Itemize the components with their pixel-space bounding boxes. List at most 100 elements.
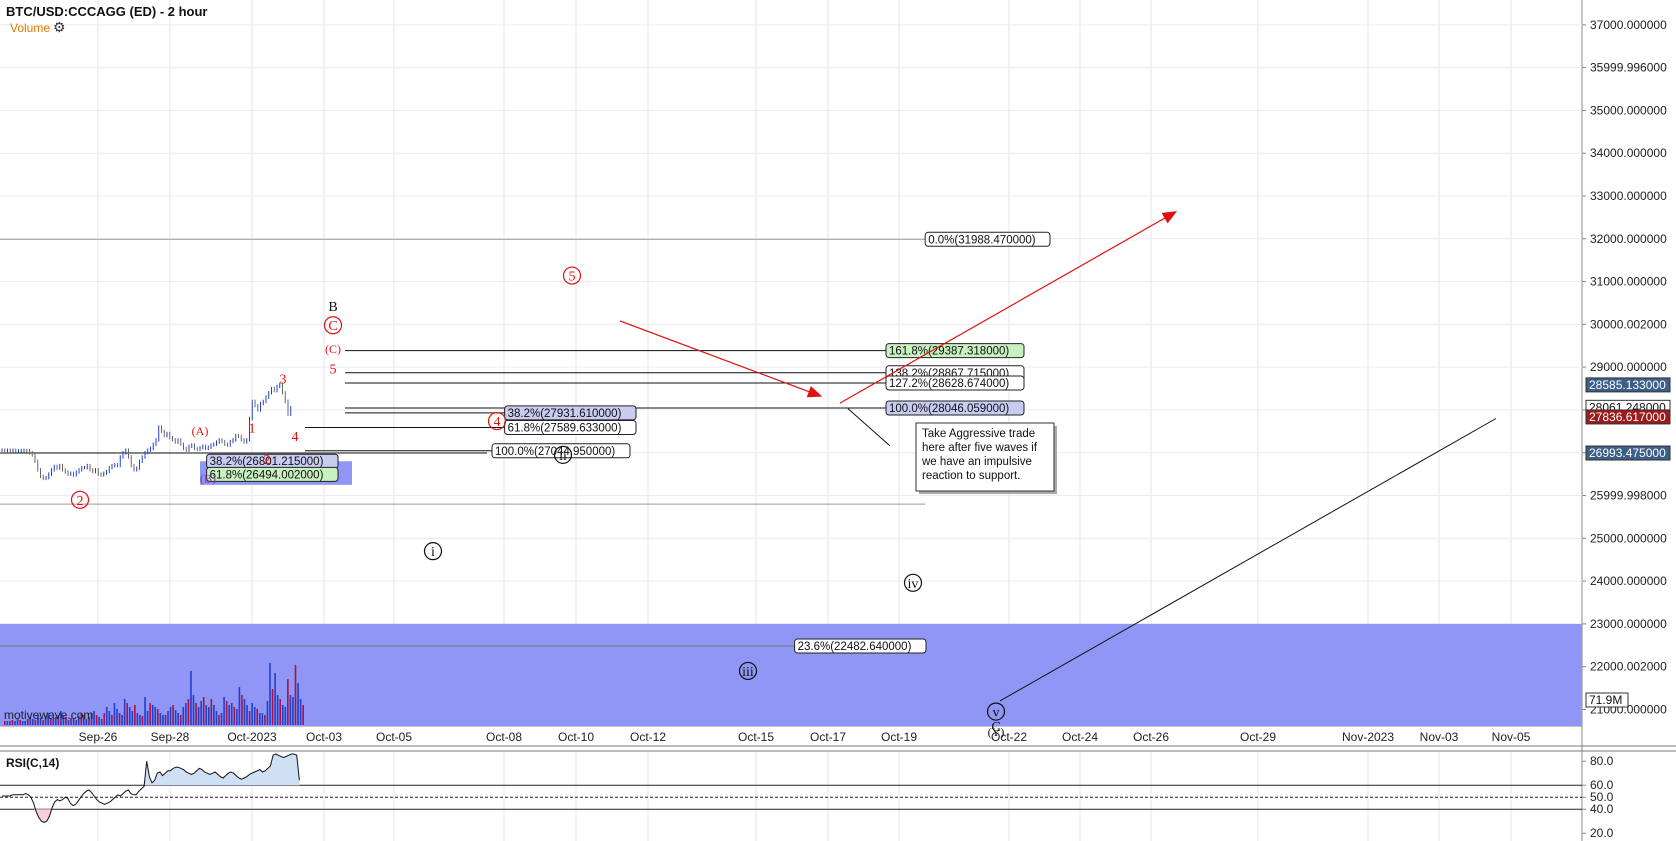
fib-label: 161.8%(29387.318000) [889,346,1009,358]
wave-label: (C) [325,342,341,356]
note-text: we have an impulsive [921,456,1032,468]
volume-bar [256,709,259,725]
volume-bar [113,703,116,725]
volume-bar [103,713,106,725]
fib-label: 0.0%(31988.470000) [928,234,1036,246]
volume-bar [289,695,292,725]
volume-bar [292,697,294,725]
price-tag-label: 28585.133000 [1589,378,1666,392]
volume-bar [126,703,128,725]
volume-bar [228,705,230,725]
rsi-tick-label: 80.0 [1590,754,1614,768]
volume-bar [139,715,141,725]
volume-bar [144,697,146,725]
volume-bar [279,699,281,725]
wave-label: 4 [494,415,501,430]
time-tick-label: Oct-24 [1062,730,1098,744]
time-tick-label: Oct-08 [486,730,522,744]
volume-bar [121,715,123,725]
time-tick-label: Oct-05 [376,730,412,744]
fib-label: 23.6%(22482.640000) [798,641,912,653]
volume-bar [230,703,233,725]
time-tick-label: Oct-15 [738,730,774,744]
volume-bar [299,699,302,725]
wave-label: (B) [200,472,216,486]
time-tick-label: Oct-19 [881,730,917,744]
time-tick-label: Oct-03 [306,730,342,744]
time-tick-label: Oct-12 [630,730,666,744]
volume-bar [164,715,167,725]
volume-bar [195,703,197,725]
volume-bar [271,689,274,725]
wave-label: 5 [330,362,337,377]
volume-bar [281,705,284,725]
price-tick-label: 22000.002000 [1590,660,1667,674]
volume-bar [264,715,266,725]
rsi-tick-label: 40.0 [1590,802,1614,816]
price-tag-label: 26993.475000 [1589,446,1666,460]
volume-bar [302,705,304,725]
volume-bar [108,711,111,725]
main-chart[interactable]: Sep-26 Sep-28 Oct-2023 Oct-03 Oct-05 Oct-08 Oc… [0,0,1676,841]
volume-bar [136,713,139,725]
volume-bar [111,715,113,725]
fib-label: 38.2%(27931.610000) [508,408,622,420]
volume-bar [297,683,299,725]
rsi-title: RSI(C,14) [6,756,59,770]
volume-bar [200,701,202,725]
volume-bar [220,713,223,725]
volume-bar [276,695,279,725]
volume-bar [236,709,238,725]
volume-bar [162,715,164,725]
volume-bar [187,699,190,725]
volume-bar [284,707,287,725]
price-tag-label: 71.9M [1589,693,1622,707]
volume-bar [251,703,253,725]
time-tick-label: Oct-26 [1133,730,1169,744]
price-tag-label: 27836.617000 [1589,410,1666,424]
time-tick-label: Oct-29 [1240,730,1276,744]
volume-bar [210,699,213,725]
volume-bar [98,717,100,725]
volume-bar [177,713,179,725]
price-tick-label: 24000.000000 [1590,574,1667,588]
note-text: reaction to support. [922,470,1020,482]
wave-label: 5 [569,270,576,285]
volume-bar [131,711,134,725]
time-tick-label: Nov-2023 [1342,730,1394,744]
fib-label: 100.0%(28046.059000) [889,403,1009,415]
volume-bar [261,713,264,725]
time-tick-label: Sep-28 [151,730,190,744]
volume-bar [225,701,228,725]
price-tick-label: 35000.000000 [1590,103,1667,117]
volume-bar [205,705,208,725]
time-tick-label: Nov-05 [1492,730,1531,744]
price-tick-label: 30000.002000 [1590,317,1667,331]
volume-bar [118,713,121,725]
time-tick-label: Nov-03 [1420,730,1459,744]
time-tick-label: Oct-2023 [227,730,277,744]
wave-label: 2 [77,494,84,509]
volume-bar [192,695,195,725]
volume-bar [259,713,261,725]
wave-label: 1 [249,421,256,436]
price-tick-label: 35999.996000 [1590,61,1667,75]
wave-label: iv [908,577,919,592]
price-tick-label: 31000.000000 [1590,275,1667,289]
wave-label: B [328,300,337,315]
volume-bar [218,715,220,725]
volume-bar [215,711,218,725]
gear-icon[interactable]: ⚙ [53,19,66,36]
wave-label: v [993,706,1000,721]
volume-bar [202,697,205,725]
volume-bar [100,719,103,725]
volume-bar [149,703,151,725]
volume-bar [213,705,215,725]
time-tick-label: Sep-26 [79,730,118,744]
volume-bar [253,707,256,725]
wave-label: 2 [264,453,271,468]
wave-label: 3 [280,372,287,387]
volume-bar [190,671,192,725]
volume-bar [223,697,225,725]
volume-legend-label[interactable]: Volume [10,21,50,35]
